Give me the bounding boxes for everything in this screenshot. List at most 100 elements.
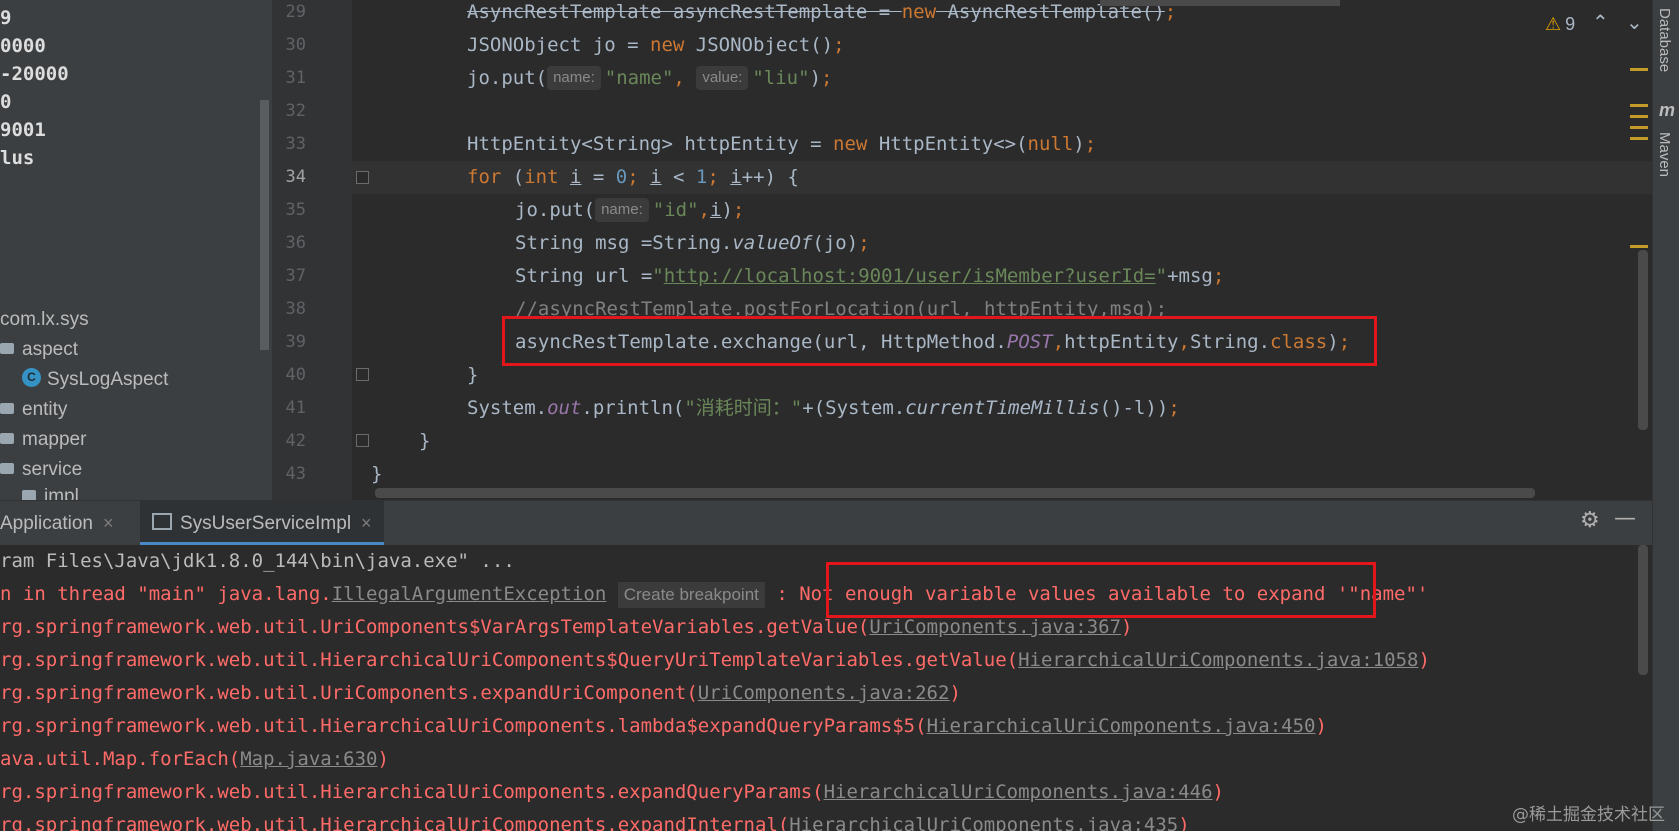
console-vertical-scrollbar[interactable] (1638, 545, 1648, 675)
fold-marker-icon[interactable] (356, 368, 369, 381)
watermark: @稀土掘金技术社区 (1512, 805, 1665, 825)
console-output[interactable]: ram Files\Java\jdk1.8.0_144\bin\java.exe… (0, 545, 1652, 831)
stack-frame-link[interactable]: HierarchicalUriComponents.java:435 (789, 814, 1178, 831)
fold-marker-icon[interactable] (356, 171, 369, 184)
warning-marker[interactable] (1630, 115, 1648, 118)
folder-icon (0, 433, 14, 445)
line-number: 42 (285, 431, 306, 451)
console-line: rg.springframework.web.util.Hierarchical… (0, 649, 1430, 671)
fold-marker-icon[interactable] (356, 434, 369, 447)
line-number: 34 (285, 167, 306, 187)
editor-top-scrollbar[interactable] (1100, 0, 1340, 6)
warning-marker[interactable] (1630, 137, 1648, 140)
folder-icon (22, 490, 36, 500)
line-number: 29 (285, 2, 306, 22)
line-number: 31 (285, 68, 306, 88)
console-line: rg.springframework.web.util.Hierarchical… (0, 781, 1224, 803)
warning-marker[interactable] (1630, 104, 1648, 107)
line-number: 35 (285, 200, 306, 220)
tree-folder-label: aspect (22, 339, 78, 360)
code-line-33: HttpEntity<String> httpEntity = new Http… (467, 133, 1097, 155)
warning-marker[interactable] (1630, 68, 1648, 71)
code-line-36: String msg =String.valueOf(jo); (515, 232, 870, 254)
tree-folder-mapper[interactable]: mapper (0, 426, 86, 454)
tree-folder-entity[interactable]: entity (0, 396, 67, 424)
editor-horizontal-scrollbar[interactable] (375, 488, 1535, 498)
tree-class-syslogaspect[interactable]: C SysLogAspect (22, 366, 168, 394)
console-line: rg.springframework.web.util.Hierarchical… (0, 715, 1327, 737)
run-tab-bar: Application × SysUserServiceImpl × (0, 500, 1652, 545)
code-line-30: JSONObject jo = new JSONObject(); (467, 34, 845, 56)
close-icon[interactable]: × (361, 513, 372, 533)
stack-frame-link[interactable]: Map.java:630 (240, 748, 377, 770)
line-number: 41 (285, 398, 306, 418)
tree-package[interactable]: com.lx.sys (0, 306, 89, 334)
highlight-box-exchange (502, 316, 1377, 366)
tree-folder-label: mapper (22, 429, 87, 450)
gear-icon[interactable]: ⚙ (1580, 508, 1600, 533)
tree-folder-label: impl (44, 486, 79, 500)
stack-frame-link[interactable]: HierarchicalUriComponents.java:446 (824, 781, 1213, 803)
console-line: rg.springframework.web.util.Hierarchical… (0, 809, 1190, 831)
editor-vertical-scrollbar[interactable] (1638, 250, 1648, 430)
close-icon[interactable]: × (103, 513, 114, 533)
code-line-31: jo.put(name: "name", value: "liu"); (467, 66, 833, 90)
tree-folder-aspect[interactable]: aspect (0, 336, 78, 364)
chevron-up-icon[interactable]: ⌃ (1592, 10, 1609, 34)
tree-folder-label: service (22, 459, 83, 480)
console-line: ram Files\Java\jdk1.8.0_144\bin\java.exe… (0, 550, 515, 572)
line-number: 32 (285, 101, 306, 121)
tree-item[interactable]: 9 (0, 4, 11, 32)
code-line-34: for (int i = 0; i < 1; i++) { (467, 166, 799, 188)
tree-item[interactable]: -20000 (0, 60, 69, 88)
warning-marker[interactable] (1630, 126, 1648, 129)
create-breakpoint-button[interactable]: Create breakpoint (617, 582, 765, 608)
code-editor[interactable]: 29 30 31 32 33 34 35 36 37 38 39 40 41 4… (272, 0, 1652, 500)
param-hint-name: name: (547, 66, 601, 90)
code-line-42: } (419, 430, 431, 452)
folder-icon (0, 463, 14, 475)
param-hint-value: value: (696, 66, 749, 90)
warning-icon: ⚠ (1545, 14, 1562, 34)
tree-item[interactable]: 9001 (0, 116, 46, 144)
stack-frame-link[interactable]: HierarchicalUriComponents.java:450 (927, 715, 1316, 737)
line-number: 38 (285, 299, 306, 319)
database-tool-button[interactable]: Database (1656, 8, 1673, 72)
exception-link[interactable]: IllegalArgumentException (332, 583, 607, 605)
tab-sysuserserviceimpl[interactable]: SysUserServiceImpl × (140, 501, 384, 545)
line-number: 43 (285, 464, 306, 484)
warnings-indicator[interactable]: ⚠ 9 (1545, 14, 1575, 35)
code-line-29: AsyncRestTemplate asyncRestTemplate = ne… (467, 1, 1177, 23)
stack-frame-link[interactable]: UriComponents.java:262 (698, 682, 950, 704)
tab-application[interactable]: Application × (0, 501, 113, 545)
chevron-down-icon[interactable]: ⌄ (1626, 10, 1643, 34)
tree-item[interactable]: lus (0, 144, 34, 172)
code-line-40: } (467, 364, 479, 386)
code-line-41: System.out.println("消耗时间："+(System.curre… (467, 397, 1180, 419)
line-number: 40 (285, 365, 306, 385)
line-number: 39 (285, 332, 306, 352)
tree-class-label: SysLogAspect (47, 369, 169, 390)
right-tool-strip: Database m Maven (1652, 0, 1679, 831)
tree-folder-impl[interactable]: impl (22, 483, 79, 500)
tree-folder-label: entity (22, 399, 68, 420)
tree-folder-service[interactable]: service (0, 456, 82, 484)
stack-frame-link[interactable]: HierarchicalUriComponents.java:1058 (1018, 649, 1418, 671)
line-number: 36 (285, 233, 306, 253)
maven-icon: m (1659, 100, 1676, 120)
line-number: 33 (285, 134, 306, 154)
tree-item[interactable]: 0 (0, 88, 11, 116)
warning-marker[interactable] (1630, 245, 1648, 248)
url-literal: http://localhost:9001/user/isMember?user… (663, 265, 1156, 287)
code-line-37: String url ="http://localhost:9001/user/… (515, 265, 1225, 287)
project-tree: 9 0000 -20000 0 9001 lus com.lx.sys aspe… (0, 0, 272, 500)
maven-tool-button[interactable]: Maven (1656, 132, 1673, 177)
line-number: 30 (285, 35, 306, 55)
code-line-43: } (371, 463, 383, 485)
tree-item[interactable]: 0000 (0, 32, 46, 60)
tree-scrollbar[interactable] (260, 100, 269, 350)
line-number: 37 (285, 266, 306, 286)
minimize-icon[interactable]: — (1614, 506, 1636, 531)
console-icon (152, 513, 172, 531)
stack-frame-link[interactable]: UriComponents.java:367 (869, 616, 1121, 638)
